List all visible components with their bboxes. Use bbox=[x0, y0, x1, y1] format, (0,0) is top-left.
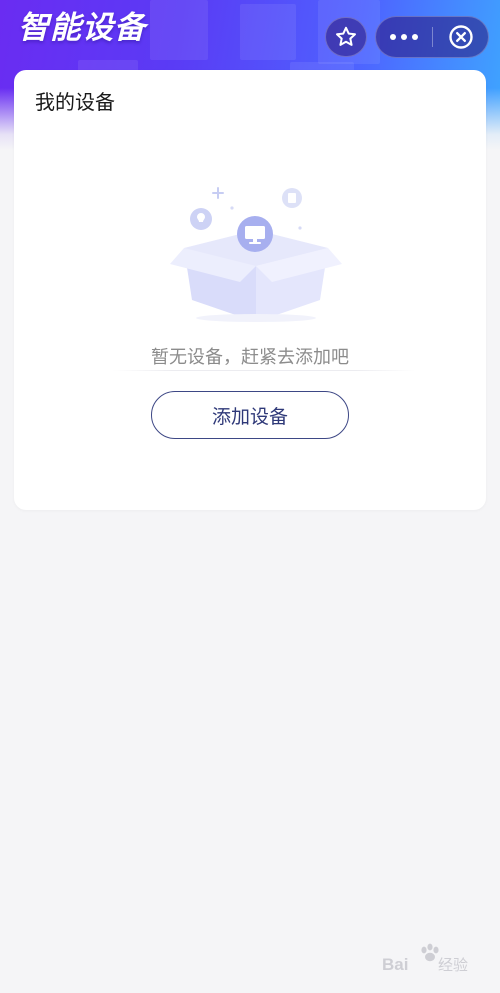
more-button[interactable] bbox=[376, 17, 432, 57]
star-icon bbox=[336, 26, 356, 46]
divider bbox=[112, 370, 416, 371]
add-device-button[interactable]: 添加设备 bbox=[151, 391, 349, 439]
close-button[interactable] bbox=[433, 17, 489, 57]
more-dots-icon bbox=[390, 34, 418, 40]
page-title: 智能设备 bbox=[18, 10, 146, 46]
card-title: 我的设备 bbox=[35, 90, 115, 114]
baidu-watermark-logo: Bai 经验 bbox=[382, 943, 468, 974]
empty-state-message: 暂无设备，赶紧去添加吧 bbox=[151, 347, 349, 368]
empty-box-icon bbox=[170, 187, 342, 322]
my-devices-card: 我的设备 暂无设备，赶紧去添加吧 添加设备 bbox=[14, 70, 486, 510]
favorite-button[interactable] bbox=[325, 17, 367, 57]
window-capsule bbox=[375, 16, 489, 58]
close-circle-icon bbox=[449, 25, 473, 49]
svg-text:经验: 经验 bbox=[438, 956, 468, 974]
page: 智能设备 我的设备 暂无设备，赶紧去添加吧 添加设备 Bai 经验 bbox=[0, 0, 500, 993]
svg-text:Bai: Bai bbox=[382, 955, 408, 974]
